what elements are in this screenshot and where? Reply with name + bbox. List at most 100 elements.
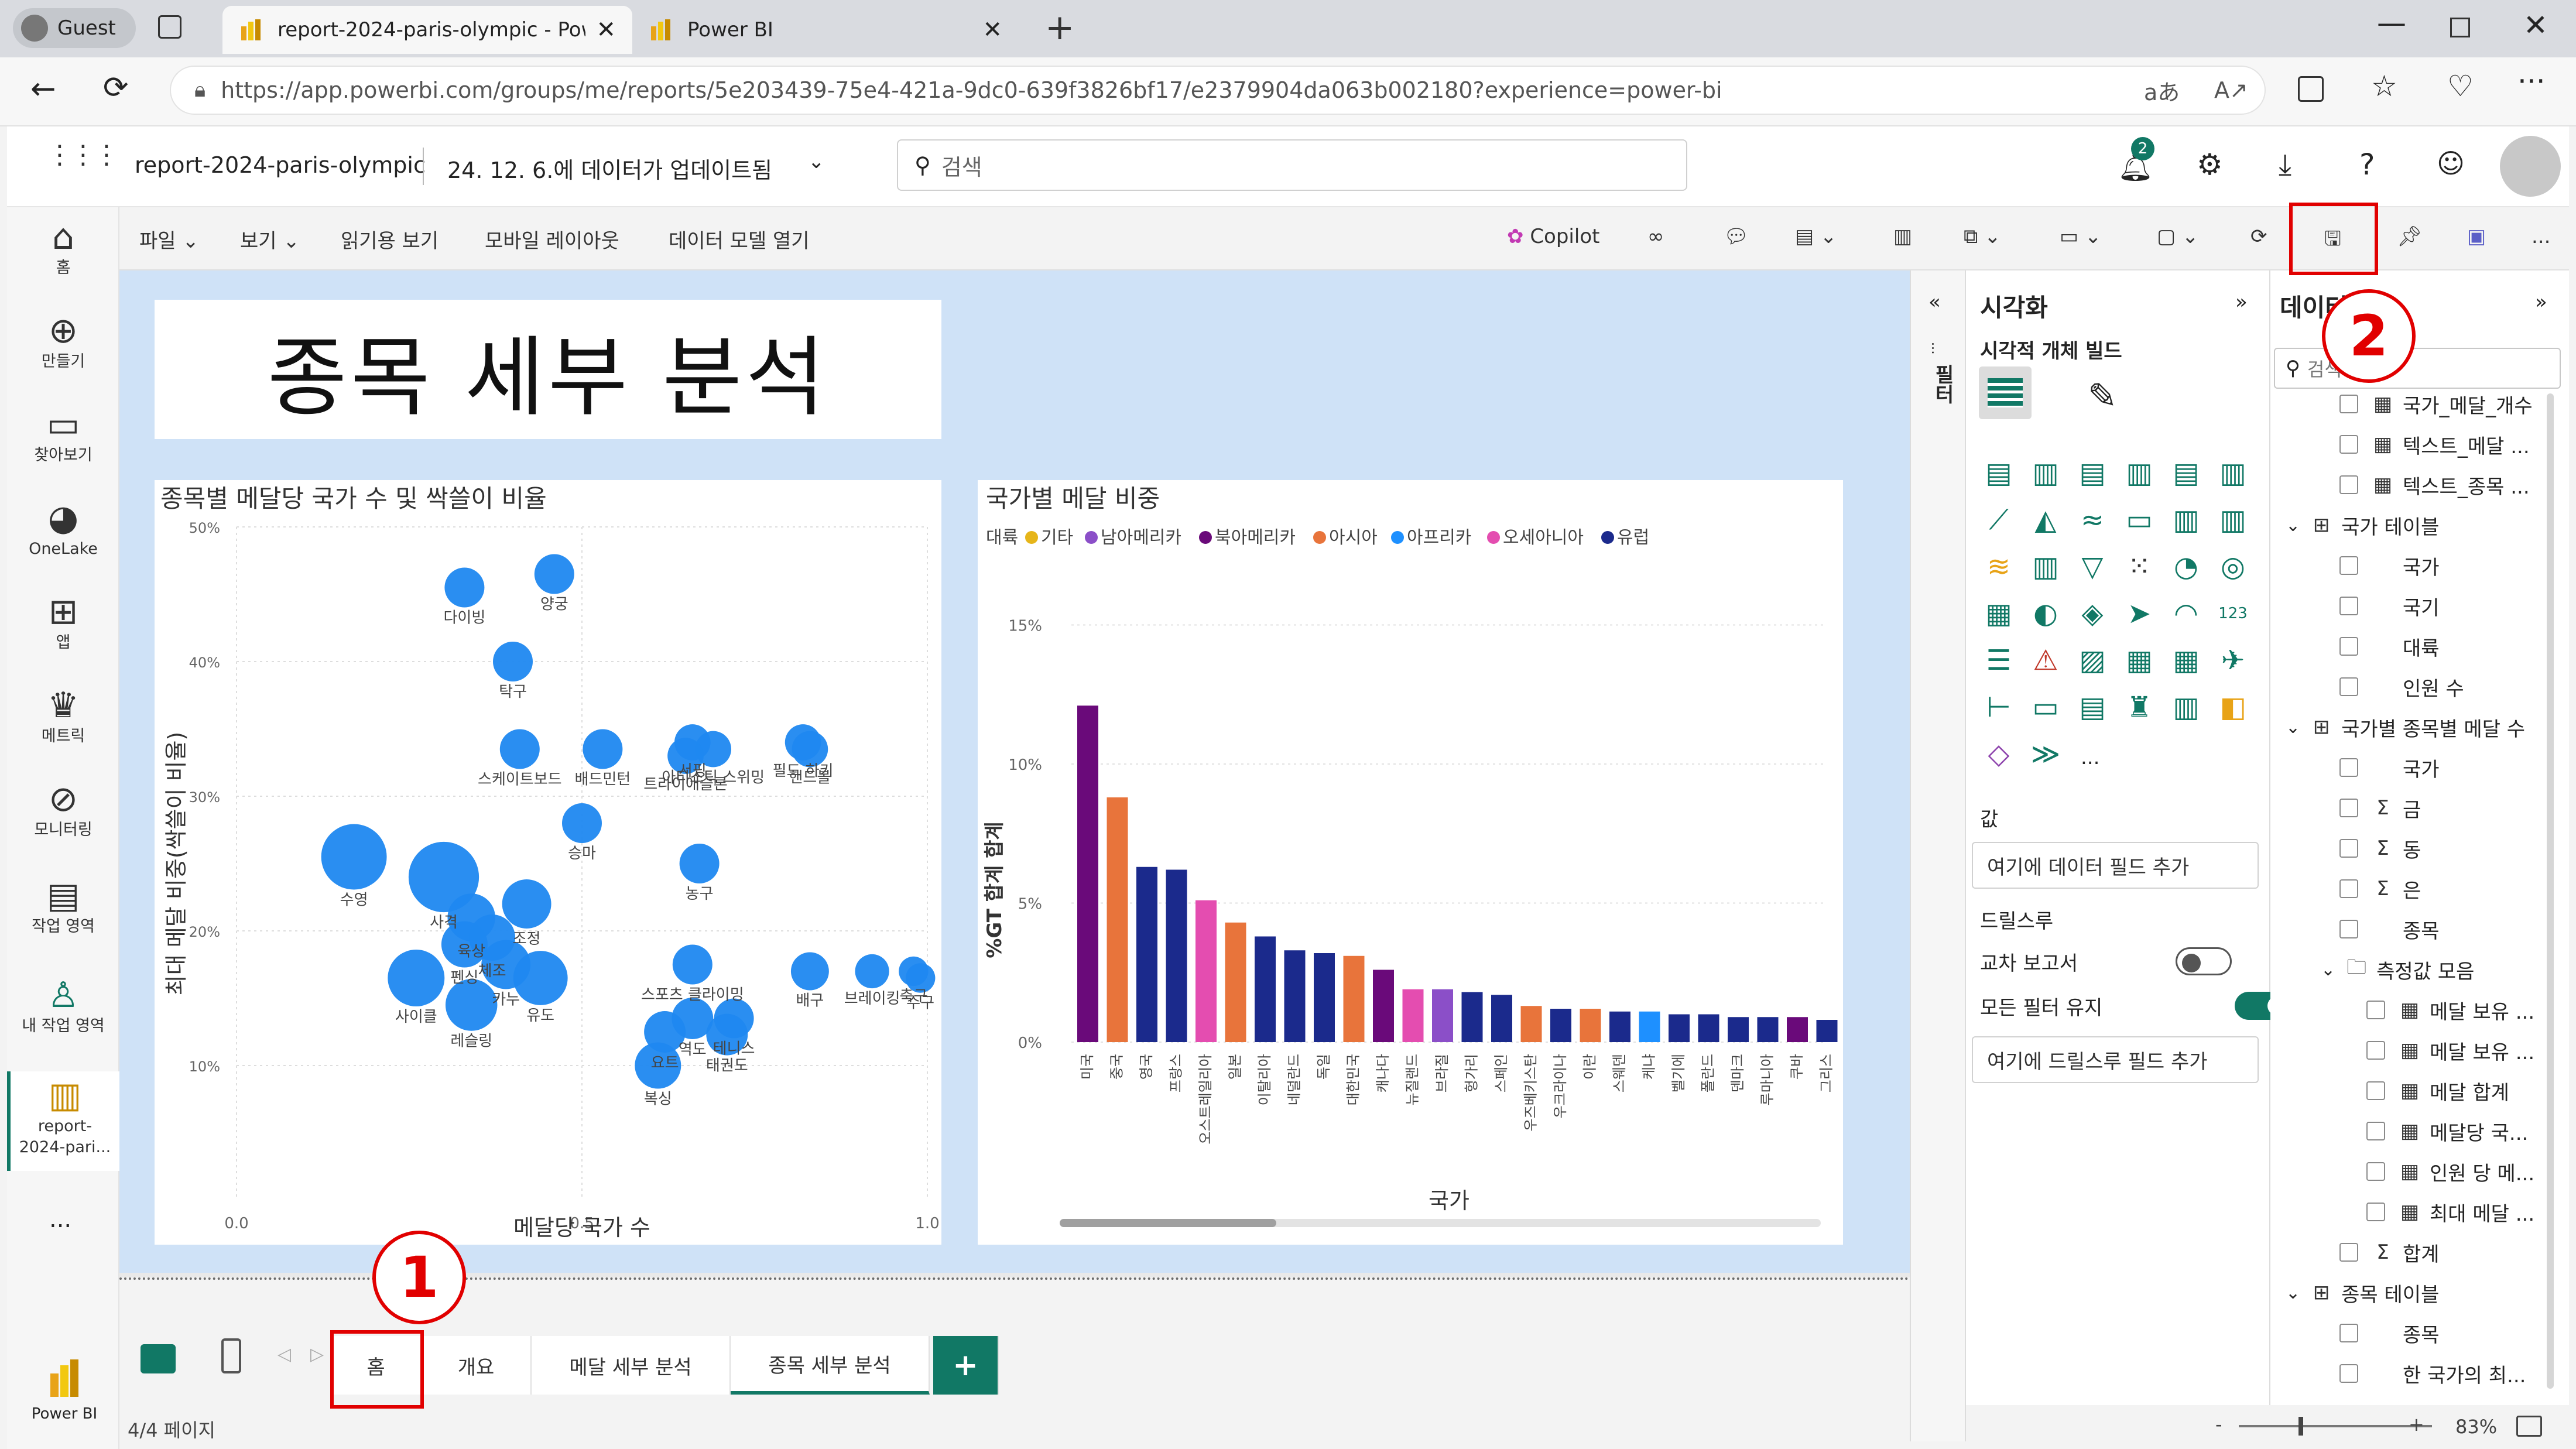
legend-marker[interactable] [1391,531,1404,544]
build-visual-tab-icon[interactable] [1979,366,2032,419]
download-icon[interactable]: ⤓ [2279,148,2291,182]
visual-type-icon[interactable]: ◔ [2170,550,2202,583]
visual-type-icon[interactable]: ♜ [2123,691,2156,724]
visual-type-icon[interactable]: ▤ [2170,457,2202,489]
field-checkbox[interactable] [2339,879,2358,898]
legend-marker[interactable] [1487,531,1500,544]
nav-item-4[interactable]: ⊞ 앱 [7,591,119,653]
field-item[interactable]: 국가 [2270,548,2440,583]
bar[interactable] [1255,936,1276,1043]
text-size-icon[interactable]: A↗ [2214,77,2248,103]
field-checkbox[interactable] [2339,1324,2358,1342]
chevron-down-icon[interactable]: ⌄ [2286,515,2300,536]
field-item[interactable]: 대륙 [2270,629,2440,664]
page-tab-overview[interactable]: 개요 [422,1336,532,1395]
teams-icon[interactable]: ▣ [2467,225,2486,248]
back-icon[interactable]: ← [30,71,56,107]
field-checkbox[interactable] [2366,1203,2385,1221]
zoom-percent[interactable]: 83% [2455,1416,2497,1438]
visual-type-icon[interactable]: ⟋ [1982,503,2015,536]
legend-marker[interactable] [1025,531,1038,544]
visual-type-icon[interactable]: ⊢ [1982,691,2015,724]
field-checkbox[interactable] [2339,597,2358,615]
scatter-chart[interactable]: 종목별 메달당 국가 수 및 싹쓸이 비율50%40%30%20%10%0.0 0… [155,480,941,1245]
visual-type-icon[interactable]: ⚠ [2029,644,2062,677]
field-item[interactable]: ▦ 메달 보유 ... [2270,992,2534,1027]
share-icon[interactable]: ⧉ ⌄ [1964,225,2001,248]
field-item[interactable]: ⌄ ⊞ 국가 테이블 [2270,508,2439,543]
visual-type-icon[interactable]: ◐ [2029,597,2062,630]
field-checkbox[interactable] [2366,1081,2385,1100]
field-item[interactable]: 국가 [2270,750,2440,785]
url-bar[interactable]: 🔒︎ https://app.powerbi.com/groups/me/rep… [170,66,2266,115]
zoom-in-button[interactable]: + [2409,1413,2424,1436]
bar[interactable] [1343,955,1365,1042]
reading-view-button[interactable]: 읽기용 보기 [341,225,439,254]
field-item[interactable]: ⌄ 🗀︎ 측정값 모음 [2270,952,2474,987]
bar[interactable] [1225,922,1246,1042]
visual-type-icon[interactable]: ◠ [2170,597,2202,630]
field-item[interactable]: 한 국가의 최... [2270,1356,2526,1391]
bar[interactable] [1491,995,1512,1042]
browser-tab-powerbi[interactable]: Power BI ✕ [632,6,1019,54]
field-checkbox[interactable] [2339,1364,2358,1383]
bar[interactable] [1580,1009,1601,1042]
legend-item[interactable]: 남아메리카 [1101,527,1181,548]
nav-more-icon[interactable]: ... [49,1206,71,1233]
page-tab-medal-detail[interactable]: 메달 세부 분석 [532,1336,731,1395]
visual-type-icon[interactable]: ▦ [1982,597,2015,630]
scatter-point[interactable] [513,951,568,1005]
comment-icon[interactable]: 💬︎ [1724,225,1749,248]
layout-icon[interactable]: ▢ ⌄ [2157,225,2198,248]
field-item[interactable]: ⌄ ⊞ 국가별 종목별 메달 수 [2270,710,2525,745]
account-avatar-icon[interactable] [2500,136,2561,197]
close-tab-icon[interactable]: ✕ [982,16,1002,43]
bar[interactable] [1402,989,1424,1042]
scatter-point[interactable] [493,642,533,681]
scatter-point[interactable] [444,567,485,608]
bar[interactable] [1816,1020,1838,1042]
collapse-viz-icon[interactable]: » [2235,290,2248,314]
field-item[interactable]: ▦ 최대 메달 ... [2270,1194,2534,1229]
field-checkbox[interactable] [2339,435,2358,454]
scatter-visual[interactable]: 종목별 메달당 국가 수 및 싹쓸이 비율 50% 40% 30% 20% 10% 0.0 0… [155,480,941,1245]
visual-type-icon[interactable]: ▽ [2076,550,2109,583]
fit-to-page-icon[interactable] [2516,1416,2542,1437]
bar[interactable] [1373,970,1394,1043]
page-tab-sport-detail[interactable]: 종목 세부 분석 [731,1336,930,1395]
field-item[interactable]: ▦ 텍스트_종목 ... [2270,467,2530,502]
bar[interactable] [1107,797,1128,1042]
feedback-icon[interactable]: ☺ [2437,148,2465,179]
chevron-down-icon[interactable]: ⌄ [2286,717,2300,738]
mobile-layout-icon[interactable] [221,1338,241,1373]
prev-page-icon[interactable]: ◁ [278,1344,291,1365]
profile-button[interactable]: Guest [13,8,136,48]
data-pane-scrollbar[interactable] [2547,393,2554,1389]
bar[interactable] [1432,989,1453,1042]
field-checkbox[interactable] [2339,637,2358,656]
restore-icon[interactable] [2450,18,2470,37]
visual-type-icon[interactable]: ▥ [2217,503,2249,536]
bar[interactable] [1787,1017,1808,1042]
bar[interactable] [1461,992,1483,1043]
visual-type-icon[interactable]: ▥ [2170,503,2202,536]
favorites-icon[interactable]: ☆ [2371,69,2397,103]
subscribe-icon[interactable]: ▤ ⌄ [1795,225,1837,248]
visual-type-icon[interactable]: ▥ [2029,457,2062,489]
browser-tab-report[interactable]: report-2024-paris-olympic - Powe ✕ [222,6,632,54]
scatter-point[interactable] [321,824,387,890]
refresh-report-icon[interactable]: ⟳ [2250,225,2267,248]
field-checkbox[interactable] [2339,920,2358,938]
field-item[interactable]: Σ 합계 [2270,1235,2440,1270]
visual-type-icon[interactable]: ▥ [2170,691,2202,724]
visual-type-icon[interactable]: ▥ [2123,457,2156,489]
visual-type-icon[interactable]: ◇ [1982,738,2015,770]
copilot-button[interactable]: ✿ Copilot [1507,225,1599,248]
legend-item[interactable]: 유럽 [1617,527,1649,548]
mobile-layout-button[interactable]: 모바일 레이아웃 [485,225,619,254]
close-tab-icon[interactable]: ✕ [596,16,616,43]
app-launcher-icon[interactable]: ⋮⋮⋮ [47,142,119,168]
scatter-point[interactable] [534,554,574,594]
legend-marker[interactable] [1313,531,1326,544]
visual-type-icon[interactable]: 123 [2217,597,2249,630]
